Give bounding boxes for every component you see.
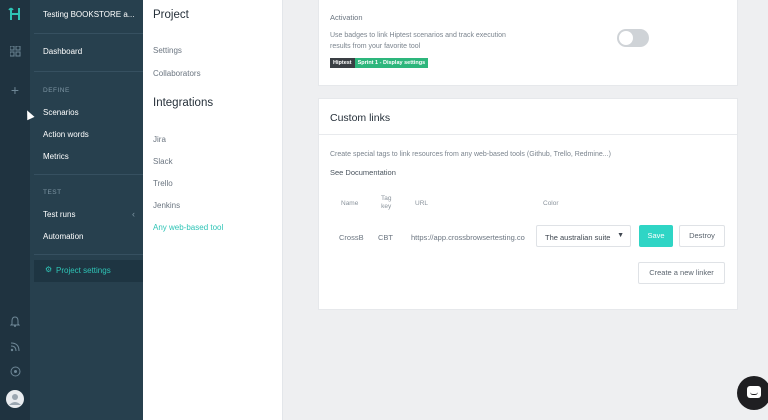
badge-value: Sprint 1 - Display settings (354, 58, 429, 68)
plus-icon[interactable]: + (0, 82, 30, 98)
chat-icon (747, 386, 761, 398)
subnav-link-jira[interactable]: Jira (153, 135, 166, 144)
create-linker-button[interactable]: Create a new linker (638, 262, 725, 284)
help-icon[interactable] (0, 366, 30, 380)
column-header-color: Color (543, 200, 559, 207)
nav-item-label: Project settings (56, 266, 111, 275)
user-avatar[interactable] (0, 390, 30, 411)
hiptest-logo-icon[interactable] (0, 6, 30, 25)
subnav-link-any-web-tool[interactable]: Any web-based tool (153, 223, 223, 232)
column-header-tag-key-line1: Tag (381, 195, 392, 202)
nav-divider (34, 71, 143, 72)
icon-bar: + (0, 0, 30, 420)
section-test: TEST (43, 189, 62, 196)
badge-label: Hiptest (330, 58, 355, 68)
subnav-heading-project: Project (153, 9, 189, 21)
custom-links-title: Custom links (330, 112, 391, 124)
gear-icon: ⚙ (45, 265, 53, 274)
subnav-link-trello[interactable]: Trello (153, 179, 173, 188)
card-divider (319, 134, 737, 135)
activation-title: Activation (330, 13, 363, 22)
nav-item-project-settings[interactable]: ⚙ Project settings (34, 260, 143, 282)
nav-item-action-words[interactable]: Action words (43, 130, 89, 139)
color-select[interactable]: The australian suite ▼ (536, 225, 631, 247)
activation-toggle[interactable] (617, 29, 649, 47)
section-define: DEFINE (43, 87, 70, 94)
activation-card: Activation Use badges to link Hiptest sc… (318, 0, 738, 86)
nav-item-scenarios[interactable]: Scenarios (43, 108, 79, 117)
nav-item-dashboard[interactable]: Dashboard (43, 47, 82, 56)
activation-description: Use badges to link Hiptest scenarios and… (330, 32, 506, 50)
subnav-link-collaborators[interactable]: Collaborators (153, 69, 201, 78)
chat-button[interactable] (737, 376, 768, 410)
destroy-button[interactable]: Destroy (679, 225, 725, 247)
column-header-tag-key-line2: key (381, 202, 392, 210)
linker-name-field[interactable]: CrossB (339, 233, 365, 242)
column-header-tag-key: Tag key (381, 195, 391, 210)
nav-item-automation[interactable]: Automation (43, 232, 83, 241)
main-nav: Testing BOOKSTORE a... Dashboard DEFINE … (30, 0, 143, 420)
subnav-link-settings[interactable]: Settings (153, 46, 182, 55)
nav-item-metrics[interactable]: Metrics (43, 152, 69, 161)
linker-tag-key-field[interactable]: CBT (378, 233, 402, 242)
settings-subnav: Project Settings Collaborators Integrati… (143, 0, 283, 420)
grid-icon[interactable] (0, 45, 30, 60)
rss-icon[interactable] (0, 342, 30, 355)
color-select-value: The australian suite (545, 233, 611, 242)
save-button[interactable]: Save (639, 225, 673, 247)
status-badge: Hiptest Sprint 1 - Display settings (330, 58, 429, 68)
linker-url-field[interactable]: https://app.crossbrowsertesting.com (411, 233, 525, 242)
subnav-link-jenkins[interactable]: Jenkins (153, 201, 180, 210)
subnav-heading-integrations: Integrations (153, 97, 214, 109)
custom-links-description: Create special tags to link resources fr… (330, 151, 611, 158)
bell-icon[interactable] (0, 316, 30, 330)
chevron-left-icon[interactable]: ‹ (132, 209, 135, 219)
nav-divider (34, 33, 143, 34)
see-documentation-link[interactable]: See Documentation (330, 168, 396, 177)
project-title[interactable]: Testing BOOKSTORE a... (43, 10, 139, 19)
column-header-url: URL (415, 200, 429, 207)
nav-item-test-runs[interactable]: Test runs (43, 210, 75, 219)
column-header-name: Name (341, 200, 359, 207)
nav-divider (34, 254, 143, 255)
nav-divider (34, 174, 143, 175)
subnav-link-slack[interactable]: Slack (153, 157, 173, 166)
toggle-knob (619, 31, 633, 45)
custom-links-card: Custom links Create special tags to link… (318, 98, 738, 310)
caret-down-icon: ▼ (617, 232, 624, 239)
